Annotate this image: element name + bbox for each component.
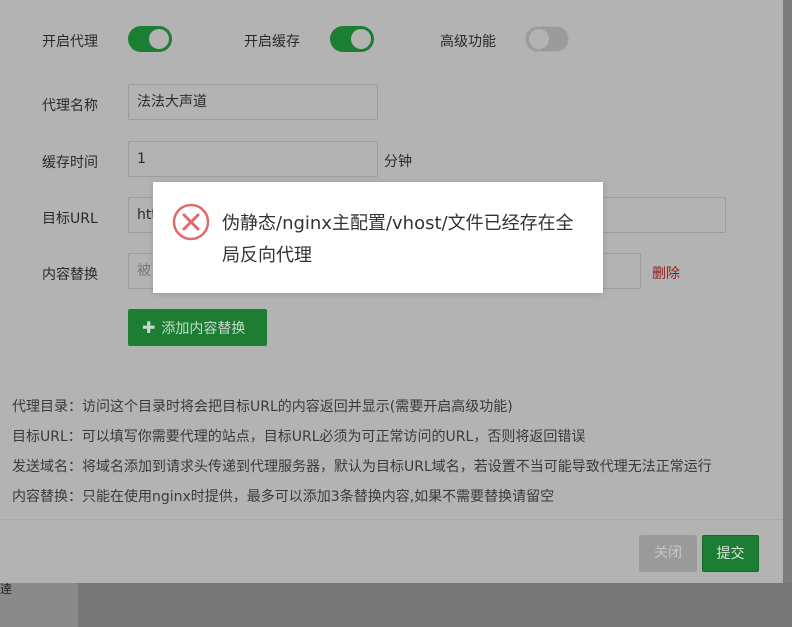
proxy-name-label: 代理名称: [42, 98, 98, 114]
add-replace-button[interactable]: ✚ 添加内容替换: [128, 309, 267, 346]
close-button[interactable]: 关闭: [639, 535, 697, 572]
add-replace-label: 添加内容替换: [161, 321, 246, 337]
cache-time-value: 1: [137, 151, 146, 167]
proxy-name-value: 法法大声道: [137, 94, 207, 110]
cache-toggle-label: 开启缓存: [244, 34, 300, 50]
proxy-toggle[interactable]: [128, 26, 172, 52]
advanced-toggle[interactable]: [525, 26, 569, 52]
proxy-name-input[interactable]: 法法大声道: [128, 84, 378, 120]
target-url-label: 目标URL: [42, 211, 98, 227]
delete-replace-link[interactable]: 删除: [652, 263, 680, 283]
help-line: 目标URL：可以填写你需要代理的站点，目标URL必须为可正常访问的URL，否则将…: [12, 429, 586, 445]
replace-label: 内容替换: [42, 267, 98, 283]
proxy-toggle-label: 开启代理: [42, 34, 98, 50]
advanced-toggle-label: 高级功能: [440, 34, 496, 50]
error-message-popup: 伪静态/nginx主配置/vhost/文件已经存在全局反向代理: [153, 182, 603, 293]
toggle-knob: [149, 29, 169, 49]
toggle-knob: [351, 29, 371, 49]
background-content: [78, 583, 792, 627]
help-line: 发送域名：将域名添加到请求头传递到代理服务器，默认为目标URL域名，若设置不当可…: [12, 459, 712, 475]
toggle-knob: [529, 29, 549, 49]
cache-toggle[interactable]: [330, 26, 374, 52]
plus-icon: ✚: [142, 318, 156, 337]
cache-time-unit: 分钟: [384, 154, 412, 170]
help-line: 内容替换：只能在使用nginx时提供，最多可以添加3条替换内容,如果不需要替换请…: [12, 489, 555, 505]
help-line: 代理目录：访问这个目录时将会把目标URL的内容返回并显示(需要开启高级功能): [12, 399, 513, 415]
footer-divider: [0, 519, 783, 520]
error-circle-icon: [171, 202, 211, 242]
cache-time-label: 缓存时间: [42, 155, 98, 171]
error-message-text: 伪静态/nginx主配置/vhost/文件已经存在全局反向代理: [222, 213, 574, 266]
cache-time-input[interactable]: 1: [128, 141, 378, 177]
submit-button[interactable]: 提交: [702, 535, 759, 572]
replace-placeholder: 被: [137, 263, 151, 279]
